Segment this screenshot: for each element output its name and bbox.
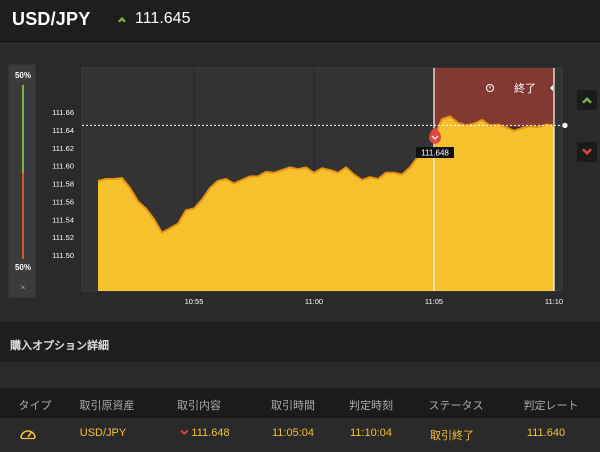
header-bar: USD/JPY 111.645	[0, 0, 600, 42]
entry-rate-label: 111.648	[421, 149, 449, 158]
trade-content-cell: 111.648	[180, 427, 230, 439]
gauge-down-percent: 50%	[14, 263, 31, 272]
currency-pair-title: USD/JPY	[12, 9, 91, 29]
column-header: 取引時間	[271, 400, 315, 412]
timer-icon	[20, 430, 36, 440]
chevron-up-icon	[118, 17, 126, 23]
trade-rate: 111.648	[191, 427, 230, 439]
gauge-up-percent: 50%	[14, 71, 31, 80]
section-title: 購入オプション詳細	[10, 340, 109, 352]
buy-up-button[interactable]	[577, 90, 597, 110]
judge-rate-cell: 111.640	[526, 427, 566, 439]
expiry-label: 終了	[514, 81, 536, 95]
y-tick-label: 111.64	[52, 126, 74, 135]
gauge-up-bar	[22, 85, 24, 173]
column-header: ステータス	[428, 400, 484, 412]
column-header: 取引内容	[177, 400, 221, 412]
sentiment-gauge: 50% 50% ×	[8, 64, 36, 298]
current-rate-dot	[562, 122, 568, 129]
y-tick-label: 111.58	[52, 180, 74, 189]
purchase-details-header: 購入オプション詳細	[0, 322, 600, 362]
current-rate: 111.645	[135, 10, 191, 27]
trade-time-cell: 11:05:04	[271, 427, 315, 439]
column-header: タイプ	[18, 400, 52, 412]
details-table-header: タイプ 取引原資産 取引内容 取引時間 判定時刻 ステータス 判定レート	[0, 388, 600, 418]
x-tick-label: 10:55	[185, 297, 204, 306]
buy-down-button[interactable]	[577, 142, 597, 162]
y-tick-label: 111.52	[52, 233, 74, 242]
gauge-close-button[interactable]: ×	[9, 283, 37, 292]
chevron-down-icon	[582, 148, 592, 155]
column-header: 取引原資産	[79, 400, 135, 412]
column-header: 判定レート	[523, 400, 579, 412]
price-chart[interactable]: 111.66 111.64 111.62 111.60 111.58 111.56 111.…	[42, 64, 572, 310]
table-row[interactable]: USD/JPY 111.648 11:05:04 11:10:04 取引終了 1…	[0, 418, 600, 448]
asset-cell: USD/JPY	[79, 427, 127, 439]
chevron-down-icon	[180, 430, 189, 436]
x-tick-label: 11:10	[545, 297, 563, 306]
x-tick-label: 11:05	[425, 297, 443, 306]
column-header: 判定時刻	[349, 400, 393, 412]
y-tick-label: 111.56	[52, 197, 74, 206]
chevron-up-icon	[582, 97, 592, 104]
y-tick-label: 111.54	[52, 215, 74, 224]
status-cell: 取引終了	[430, 430, 474, 442]
y-tick-label: 111.62	[52, 144, 74, 153]
y-tick-label: 111.50	[52, 251, 74, 260]
judge-time-cell: 11:10:04	[349, 427, 393, 439]
x-tick-label: 11:00	[305, 297, 323, 306]
y-tick-label: 111.60	[52, 162, 74, 171]
y-tick-label: 111.66	[52, 108, 74, 117]
gauge-down-bar	[22, 173, 24, 259]
